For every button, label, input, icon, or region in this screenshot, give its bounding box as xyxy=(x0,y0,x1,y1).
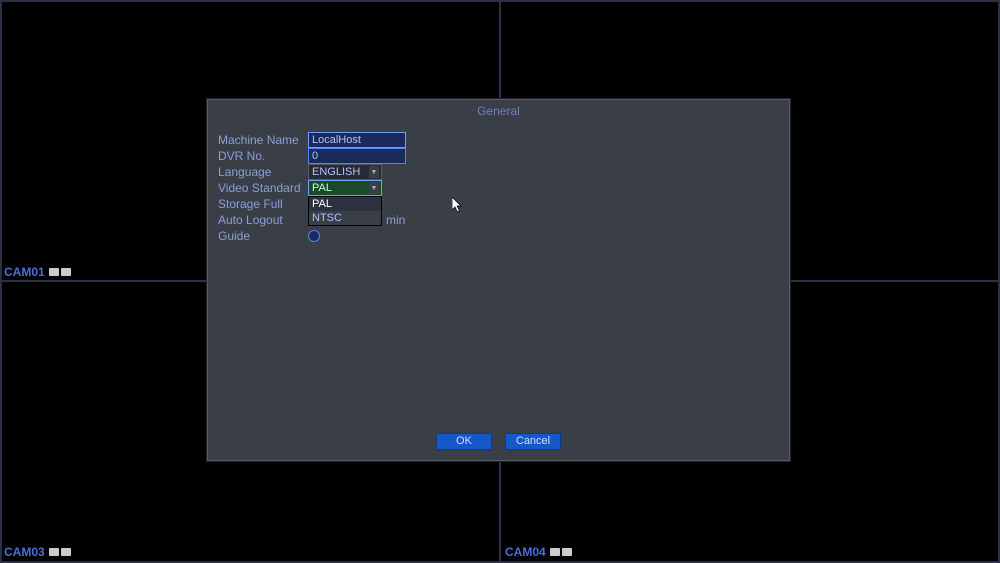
machine-name-input[interactable]: LocalHost xyxy=(308,132,406,148)
row-storage-full: Storage Full xyxy=(218,196,779,212)
form-area: Machine Name LocalHost DVR No. 0 Languag… xyxy=(208,122,789,244)
camera-3-text: CAM03 xyxy=(4,545,45,559)
audio-icon xyxy=(550,548,560,556)
audio-icon xyxy=(49,548,59,556)
video-standard-value: PAL xyxy=(312,182,332,194)
language-value: ENGLISH xyxy=(312,166,360,178)
camera-4-text: CAM04 xyxy=(505,545,546,559)
label-machine-name: Machine Name xyxy=(218,133,308,147)
camera-label-1: CAM01 xyxy=(4,265,71,279)
label-language: Language xyxy=(218,165,308,179)
dvr-no-value: 0 xyxy=(312,150,318,162)
row-dvr-no: DVR No. 0 xyxy=(218,148,779,164)
camera-1-status-icons xyxy=(49,268,71,276)
guide-checkbox[interactable] xyxy=(308,230,320,242)
dvr-no-input[interactable]: 0 xyxy=(308,148,406,164)
video-standard-select[interactable]: PAL ▼ xyxy=(308,180,382,196)
audio-icon xyxy=(49,268,59,276)
label-storage-full: Storage Full xyxy=(218,197,308,211)
label-dvr-no: DVR No. xyxy=(218,149,308,163)
cancel-button[interactable]: Cancel xyxy=(505,433,561,450)
general-settings-dialog: General Machine Name LocalHost DVR No. 0… xyxy=(207,99,790,461)
chevron-down-icon: ▼ xyxy=(369,166,379,178)
label-guide: Guide xyxy=(218,229,308,243)
auto-logout-unit: min xyxy=(386,213,405,227)
ok-button[interactable]: OK xyxy=(436,433,492,450)
row-video-standard: Video Standard PAL ▼ PAL NTSC xyxy=(218,180,779,196)
language-select[interactable]: ENGLISH ▼ xyxy=(308,164,382,180)
label-auto-logout: Auto Logout xyxy=(218,213,308,227)
record-icon xyxy=(61,548,71,556)
record-icon xyxy=(61,268,71,276)
dropdown-option-ntsc[interactable]: NTSC xyxy=(309,211,381,225)
camera-4-status-icons xyxy=(550,548,572,556)
camera-label-4: CAM04 xyxy=(505,545,572,559)
dialog-button-bar: OK Cancel xyxy=(208,433,789,450)
machine-name-value: LocalHost xyxy=(312,134,361,146)
row-machine-name: Machine Name LocalHost xyxy=(218,132,779,148)
label-video-standard: Video Standard xyxy=(218,181,308,195)
record-icon xyxy=(562,548,572,556)
chevron-down-icon: ▼ xyxy=(369,182,379,194)
camera-1-text: CAM01 xyxy=(4,265,45,279)
camera-3-status-icons xyxy=(49,548,71,556)
video-standard-dropdown: PAL NTSC xyxy=(308,196,382,226)
row-language: Language ENGLISH ▼ xyxy=(218,164,779,180)
dialog-title: General xyxy=(208,100,789,122)
row-guide: Guide xyxy=(218,228,779,244)
dropdown-option-pal[interactable]: PAL xyxy=(309,197,381,211)
row-auto-logout: Auto Logout min xyxy=(218,212,779,228)
camera-label-3: CAM03 xyxy=(4,545,71,559)
